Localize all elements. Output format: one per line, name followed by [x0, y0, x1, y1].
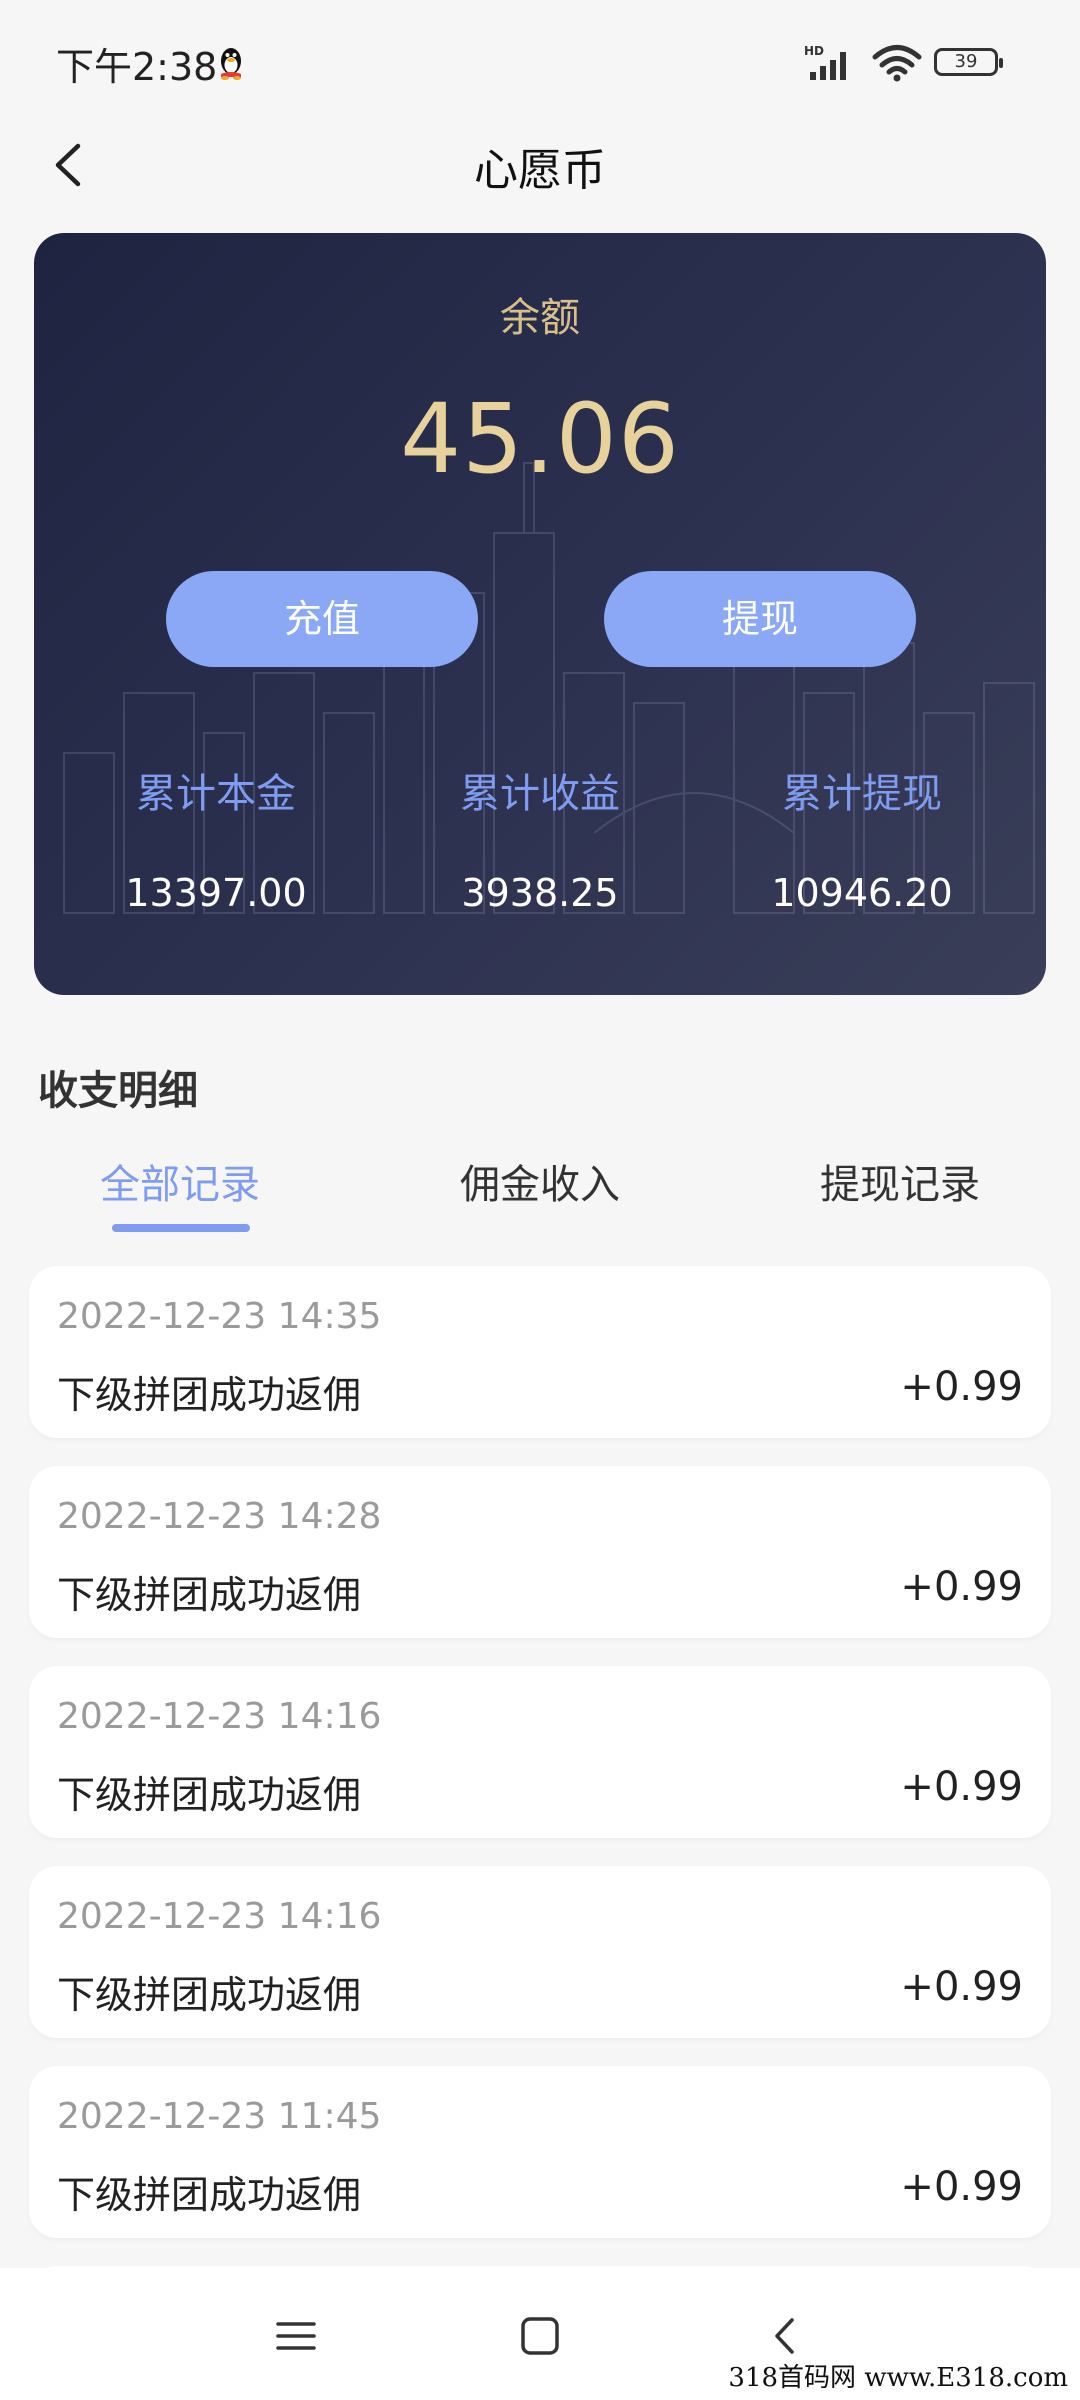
stat-value: 10946.20	[771, 871, 953, 915]
balance-label: 余额	[500, 295, 580, 341]
stat-label: 累计提现	[782, 771, 942, 817]
record-amount: +0.99	[900, 1964, 1023, 2010]
signal-hd-icon: HD	[804, 44, 846, 80]
status-icons: HD 39	[804, 40, 1024, 84]
status-time: 下午2:38	[56, 45, 218, 89]
stat-value: 3938.25	[461, 871, 619, 915]
svg-text:HD: HD	[804, 44, 824, 58]
page-title: 心愿币	[474, 145, 606, 196]
record-description: 下级拼团成功返佣	[57, 1973, 362, 2017]
record-time: 2022-12-23 14:35	[57, 1296, 382, 1337]
watermark: 318首码网 www.E318.com	[724, 2357, 1072, 2394]
battery-level: 39	[954, 51, 978, 72]
stat-value: 13397.00	[125, 871, 307, 915]
balance-card: 余额 45.06 充值 提现 累计本金 13397.00 累计收益 3938.2…	[34, 233, 1046, 995]
tab-commission-income[interactable]: 佣金收入	[390, 1152, 690, 1210]
list-item[interactable]: 2022-12-23 14:16 下级拼团成功返佣 +0.99	[29, 1866, 1051, 2038]
active-tab-indicator	[112, 1224, 250, 1232]
record-description: 下级拼团成功返佣	[57, 2173, 362, 2217]
section-title: 收支明细	[38, 1068, 198, 1114]
list-item[interactable]: 2022-12-23 14:16 下级拼团成功返佣 +0.99	[29, 1666, 1051, 1838]
stat-total-principal: 累计本金 13397.00	[56, 761, 376, 915]
system-back-icon[interactable]	[762, 2312, 810, 2360]
record-description: 下级拼团成功返佣	[57, 1373, 362, 1417]
list-item[interactable]: 2022-12-23 14:35 下级拼团成功返佣 +0.99	[29, 1266, 1051, 1438]
home-square-icon[interactable]	[516, 2312, 564, 2360]
stat-total-withdrawn: 累计提现 10946.20	[702, 761, 1022, 915]
stat-label: 累计本金	[136, 771, 296, 817]
stat-total-earnings: 累计收益 3938.25	[380, 761, 700, 915]
record-time: 2022-12-23 14:16	[57, 1896, 382, 1937]
tab-withdraw-records[interactable]: 提现记录	[750, 1152, 1050, 1210]
record-tabs: 全部记录 佣金收入 提现记录	[0, 1140, 1080, 1232]
list-item[interactable]: 2022-12-23 11:45 下级拼团成功返佣 +0.99	[29, 2066, 1051, 2238]
stat-label: 累计收益	[460, 771, 620, 817]
list-item[interactable]: 2022-12-23 14:28 下级拼团成功返佣 +0.99	[29, 1466, 1051, 1638]
record-amount: +0.99	[900, 1364, 1023, 1410]
stats-row: 累计本金 13397.00 累计收益 3938.25 累计提现 10946.20	[34, 761, 1046, 921]
record-amount: +0.99	[900, 1764, 1023, 1810]
battery-icon: 39	[934, 48, 1003, 76]
record-time: 2022-12-23 14:28	[57, 1496, 382, 1537]
record-time: 2022-12-23 11:45	[57, 2096, 382, 2137]
record-amount: +0.99	[900, 1564, 1023, 1610]
record-description: 下级拼团成功返佣	[57, 1773, 362, 1817]
wifi-icon	[872, 45, 922, 82]
tab-all-records[interactable]: 全部记录	[30, 1152, 330, 1210]
record-time: 2022-12-23 14:16	[57, 1696, 382, 1737]
record-description: 下级拼团成功返佣	[57, 1573, 362, 1617]
wallet-page: 下午2:38 HD 39 心愿币 余额 45.06 充值 提现 累计本金 133…	[0, 0, 1080, 2400]
menu-icon[interactable]	[272, 2312, 320, 2360]
qq-penguin-icon	[221, 48, 241, 80]
record-amount: +0.99	[900, 2164, 1023, 2210]
nav-header: 心愿币	[0, 112, 1080, 216]
balance-amount: 45.06	[400, 383, 680, 495]
status-bar: 下午2:38 HD 39	[0, 0, 1080, 112]
recharge-button[interactable]: 充值	[166, 571, 478, 667]
withdraw-button[interactable]: 提现	[604, 571, 916, 667]
